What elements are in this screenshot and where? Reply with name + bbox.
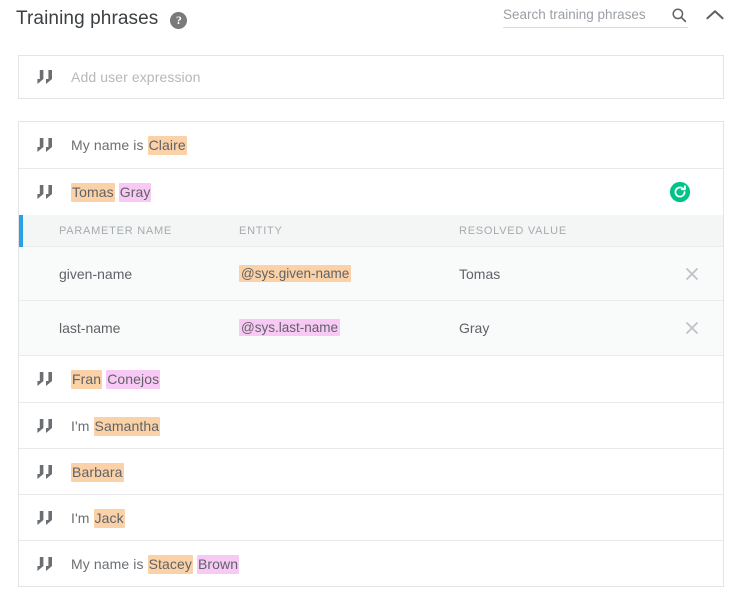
add-user-expression-box[interactable]: Add user expression (18, 55, 724, 99)
entity-chip[interactable]: @sys.last-name (239, 319, 340, 336)
add-user-expression-placeholder: Add user expression (71, 69, 201, 85)
parameters-table: PARAMETER NAME ENTITY RESOLVED VALUE given-… (19, 215, 723, 355)
quote-icon (37, 556, 52, 571)
phrase-text: My name is Claire (71, 136, 187, 155)
training-phrases-page: Training phrases ? Add user expression M (0, 0, 742, 595)
chevron-up-icon[interactable] (702, 2, 728, 28)
section-header: Training phrases ? (0, 0, 742, 38)
parameter-name-cell[interactable]: given-name (19, 266, 239, 282)
training-phrase-row[interactable]: My name is Claire (19, 122, 723, 168)
entity-cell[interactable]: @sys.given-name (239, 264, 459, 283)
parameter-row[interactable]: last-name @sys.last-name Gray (19, 301, 723, 355)
title-group: Training phrases ? (16, 8, 188, 30)
entity-cell[interactable]: @sys.last-name (239, 319, 459, 337)
header-actions (503, 2, 728, 28)
training-phrase-row[interactable]: I'm Samantha (19, 402, 723, 448)
phrase-text: My name is Stacey Brown (71, 554, 240, 574)
entity-highlight-orange: Claire (147, 136, 187, 155)
phrase-text: I'm Jack (71, 508, 125, 528)
quote-icon (37, 372, 52, 386)
search-input[interactable] (503, 7, 658, 22)
entity-highlight-pink: Gray (118, 183, 152, 202)
selected-training-phrase: Tomas Gray PARAMETER NAME ENTITY RESOLVED V… (19, 168, 723, 356)
entity-highlight-orange: Jack (93, 508, 125, 528)
close-icon[interactable] (685, 267, 699, 281)
selected-phrase-header[interactable]: Tomas Gray (19, 169, 723, 215)
training-phrase-list: My name is Claire Tomas Gray PARAMETER NA… (18, 121, 724, 587)
column-header-parameter-name: PARAMETER NAME (59, 224, 172, 237)
entity-highlight-orange: Barbara (71, 462, 124, 482)
entity-highlight-pink: Brown (196, 554, 240, 574)
quote-icon (37, 418, 52, 433)
parameter-name-cell[interactable]: last-name (19, 320, 239, 336)
quote-icon (37, 70, 52, 84)
entity-chip[interactable]: @sys.given-name (239, 264, 352, 282)
help-circle-icon[interactable]: ? (170, 11, 188, 29)
plain-text: My name is (71, 555, 148, 572)
training-phrase-row[interactable]: I'm Jack (19, 494, 723, 540)
quote-icon (37, 464, 52, 479)
quote-icon (37, 510, 52, 525)
quote-icon (37, 185, 52, 199)
reload-circle-icon[interactable] (669, 181, 691, 203)
plain-text: I'm (71, 417, 94, 434)
phrase-text: Barbara (71, 462, 124, 482)
search-box[interactable] (503, 2, 688, 28)
resolved-value-cell[interactable]: Tomas (459, 266, 659, 282)
column-header-entity: ENTITY (239, 224, 283, 237)
parameters-table-header: PARAMETER NAME ENTITY RESOLVED VALUE (19, 215, 723, 247)
entity-highlight-orange: Tomas (71, 183, 115, 202)
page-title: Training phrases (16, 8, 159, 29)
training-phrase-row[interactable]: My name is Stacey Brown (19, 540, 723, 586)
training-phrase-row[interactable]: Barbara (19, 448, 723, 494)
entity-highlight-orange: Fran (71, 370, 103, 389)
resolved-value-cell[interactable]: Gray (459, 320, 659, 336)
selected-phrase-text: Tomas Gray (71, 183, 152, 202)
entity-highlight-pink: Conejos (106, 370, 161, 389)
search-icon[interactable] (670, 6, 688, 24)
entity-highlight-orange: Stacey (147, 554, 193, 574)
phrase-text: Fran Conejos (71, 370, 161, 389)
close-icon[interactable] (685, 321, 699, 335)
quote-icon (37, 138, 52, 152)
column-header-resolved-value: RESOLVED VALUE (459, 224, 567, 237)
plain-text: My name is (71, 137, 148, 153)
plain-text: I'm (71, 509, 94, 526)
training-phrase-row[interactable]: Fran Conejos (19, 356, 723, 402)
parameter-row[interactable]: given-name @sys.given-name Tomas (19, 247, 723, 301)
phrase-text: I'm Samantha (71, 416, 161, 436)
entity-highlight-orange: Samantha (93, 416, 161, 436)
